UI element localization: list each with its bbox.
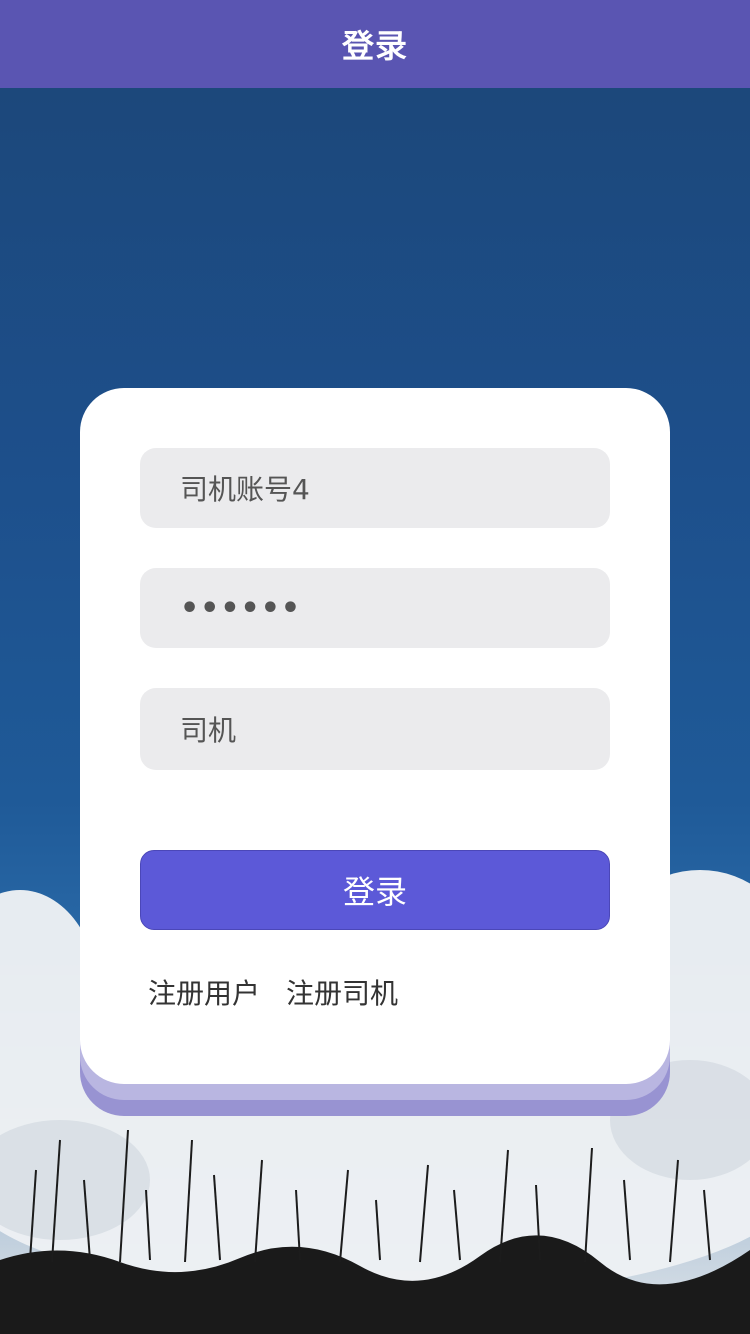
- register-user-link[interactable]: 注册用户: [148, 972, 260, 1012]
- register-links: 注册用户 注册司机: [148, 972, 398, 1012]
- role-select-value: 司机: [180, 714, 237, 747]
- account-input[interactable]: 司机账号4: [140, 448, 610, 528]
- role-select[interactable]: 司机: [140, 688, 610, 770]
- login-button[interactable]: 登录: [140, 850, 610, 930]
- page-title: 登录: [341, 27, 408, 65]
- navbar: 登录: [0, 0, 750, 88]
- login-card: 司机账号4 •••••• 司机 登录 注册用户 注册司机: [80, 388, 670, 1084]
- register-driver-link[interactable]: 注册司机: [286, 972, 398, 1012]
- password-input-value: ••••••: [180, 590, 302, 626]
- password-input[interactable]: ••••••: [140, 568, 610, 648]
- account-input-value: 司机账号4: [180, 473, 310, 506]
